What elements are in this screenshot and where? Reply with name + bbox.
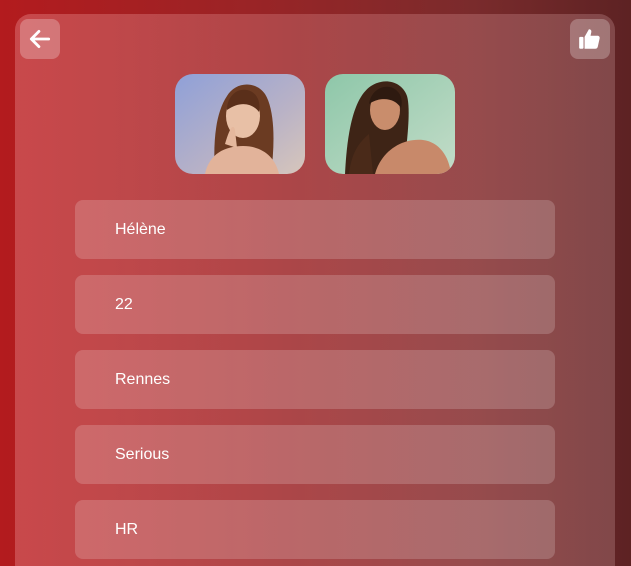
arrow-left-icon: [29, 30, 51, 48]
age-value: 22: [115, 295, 133, 313]
city-value: Rennes: [115, 370, 171, 388]
job-field[interactable]: HR: [75, 500, 555, 559]
name-field[interactable]: Hélène: [75, 200, 555, 259]
relationship-field[interactable]: Serious: [75, 425, 555, 484]
portrait-image: [175, 74, 305, 174]
age-field[interactable]: 22: [75, 275, 555, 334]
profile-photo-1[interactable]: [175, 74, 305, 174]
profile-photo-2[interactable]: [325, 74, 455, 174]
name-value: Hélène: [115, 220, 166, 238]
thumbs-up-icon: [579, 29, 600, 49]
job-value: HR: [115, 520, 139, 538]
like-button[interactable]: [570, 19, 610, 59]
back-button[interactable]: [20, 19, 60, 59]
relationship-value: Serious: [115, 445, 170, 463]
portrait-image: [325, 74, 455, 174]
city-field[interactable]: Rennes: [75, 350, 555, 409]
